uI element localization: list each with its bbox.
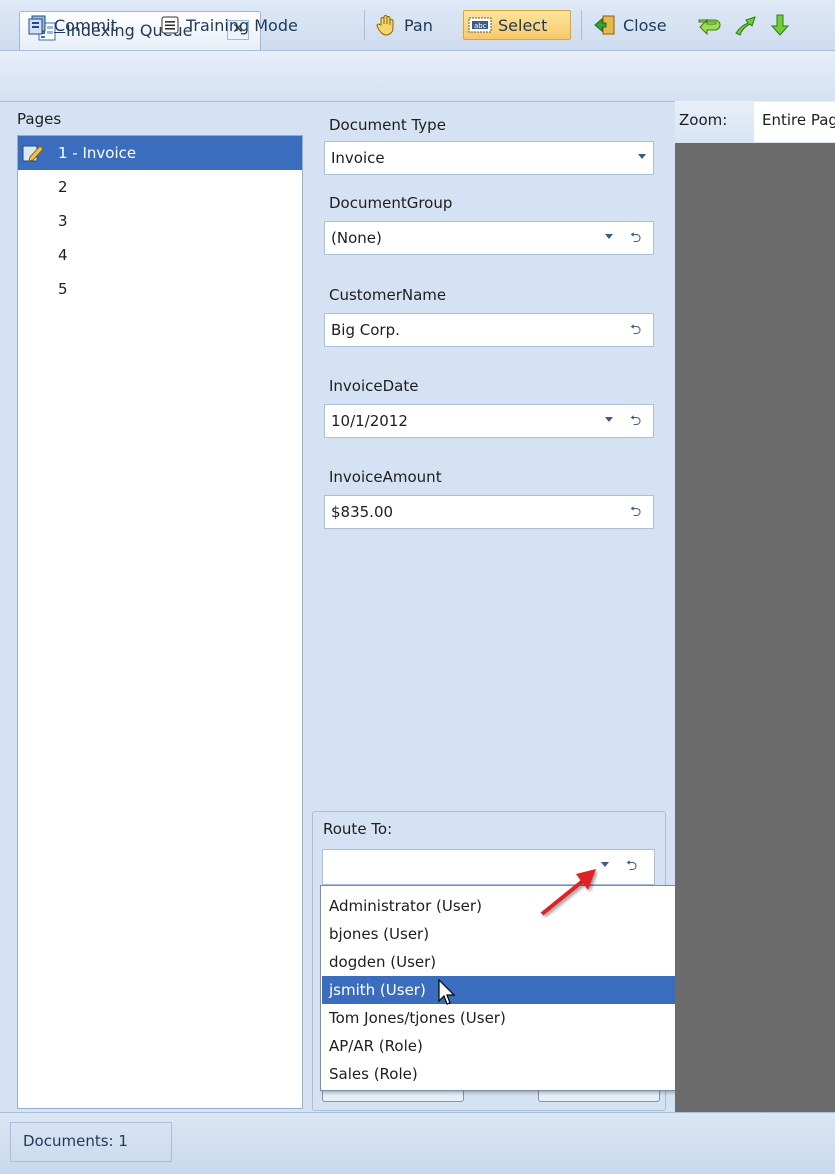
page-item-label: 5 (58, 280, 68, 298)
document-group-label: DocumentGroup (329, 194, 453, 212)
document-type-value: Invoice (331, 149, 385, 167)
select-button[interactable]: abc Select (463, 10, 571, 40)
page-item-4[interactable]: 4 (18, 238, 302, 272)
down-arrow-icon (770, 14, 790, 36)
up-arrow-icon (735, 16, 756, 36)
list-item[interactable]: Sales (Role) (322, 1060, 730, 1088)
document-type-select[interactable]: Invoice (324, 141, 654, 175)
page-item-label: 2 (58, 178, 68, 196)
document-group-value: (None) (331, 229, 382, 247)
edit-document-icon (22, 143, 44, 167)
list-item[interactable]: Tom Jones/tjones (User) (322, 1004, 730, 1032)
invoice-date-value: 10/1/2012 (331, 412, 408, 430)
list-item[interactable]: AP/AR (Role) (322, 1032, 730, 1060)
page-item-label: 1 - Invoice (58, 144, 137, 162)
close-door-icon (594, 15, 615, 35)
route-to-label: Route To: (323, 820, 393, 838)
invoice-amount-value: $835.00 (331, 503, 394, 521)
move-up-button[interactable] (732, 10, 764, 40)
customer-name-label: CustomerName (329, 286, 447, 304)
undo-icon[interactable]: ⮌ (630, 227, 641, 251)
select-label: Select (498, 15, 548, 35)
page-item-1[interactable]: 1 - Invoice (18, 136, 302, 170)
pan-button[interactable]: Pan (376, 10, 433, 40)
invoice-amount-field[interactable]: $835.00 ⮌ (324, 495, 654, 529)
document-type-label: Document Type (329, 116, 446, 134)
toolbar-separator (581, 10, 582, 40)
list-item[interactable]: bjones (User) (322, 920, 730, 948)
undo-icon[interactable]: ⮌ (630, 501, 641, 525)
list-item-highlighted[interactable]: jsmith (User) (322, 976, 730, 1004)
customer-name-value: Big Corp. (331, 321, 400, 339)
undo-icon[interactable]: ⮌ (630, 410, 641, 434)
svg-text:abc: abc (474, 22, 487, 30)
page-item-2[interactable]: 2 (18, 170, 302, 204)
commit-button[interactable]: Commit (26, 10, 117, 40)
chevron-down-icon[interactable] (605, 417, 613, 422)
mouse-cursor-icon (438, 978, 456, 1011)
undo-icon[interactable]: ⮌ (630, 319, 641, 343)
select-text-icon: abc (468, 17, 492, 33)
invoice-date-field[interactable]: 10/1/2012 ⮌ (324, 404, 654, 438)
return-button[interactable] (695, 10, 729, 40)
route-to-select[interactable]: ⮌ (322, 849, 655, 885)
move-down-button[interactable] (768, 10, 798, 40)
close-button[interactable]: Close (593, 10, 667, 40)
undo-icon[interactable]: ⮌ (626, 855, 637, 879)
invoice-date-label: InvoiceDate (329, 377, 419, 395)
toolbar-separator (364, 10, 365, 40)
invoice-amount-label: InvoiceAmount (329, 468, 442, 486)
document-viewer[interactable] (675, 143, 835, 1112)
chevron-down-icon[interactable] (638, 154, 646, 159)
commit-label: ommit (65, 15, 117, 35)
toolbar (0, 51, 835, 102)
page-item-3[interactable]: 3 (18, 204, 302, 238)
training-mode-icon (161, 16, 179, 34)
annotation-arrow-icon (538, 862, 604, 924)
zoom-label: Zoom: (679, 111, 728, 129)
pages-list[interactable]: 1 - Invoice 2 3 4 5 (17, 135, 303, 1109)
list-item[interactable]: Administrator (User) (322, 892, 730, 920)
training-mode-button[interactable]: Training Mode (160, 10, 298, 40)
chevron-down-icon[interactable] (605, 234, 613, 239)
commit-icon (28, 15, 46, 35)
customer-name-field[interactable]: Big Corp. ⮌ (324, 313, 654, 347)
pan-label: Pan (404, 15, 433, 35)
list-item[interactable]: dogden (User) (322, 948, 730, 976)
pages-title: Pages (17, 110, 62, 128)
close-label: Close (623, 15, 667, 35)
route-to-dropdown-list[interactable]: Administrator (User) bjones (User) dogde… (320, 885, 732, 1091)
hand-pan-icon (376, 15, 394, 36)
page-item-5[interactable]: 5 (18, 272, 302, 306)
page-item-label: 4 (58, 246, 68, 264)
commit-label-accel: C (54, 15, 66, 35)
return-arrow-icon (698, 18, 721, 36)
zoom-select[interactable]: Entire Page (754, 102, 835, 142)
document-group-select[interactable]: (None) ⮌ (324, 221, 654, 255)
status-documents-count: Documents: 1 (10, 1122, 172, 1162)
page-item-label: 3 (58, 212, 68, 230)
training-mode-label: Training Mode (186, 15, 298, 35)
